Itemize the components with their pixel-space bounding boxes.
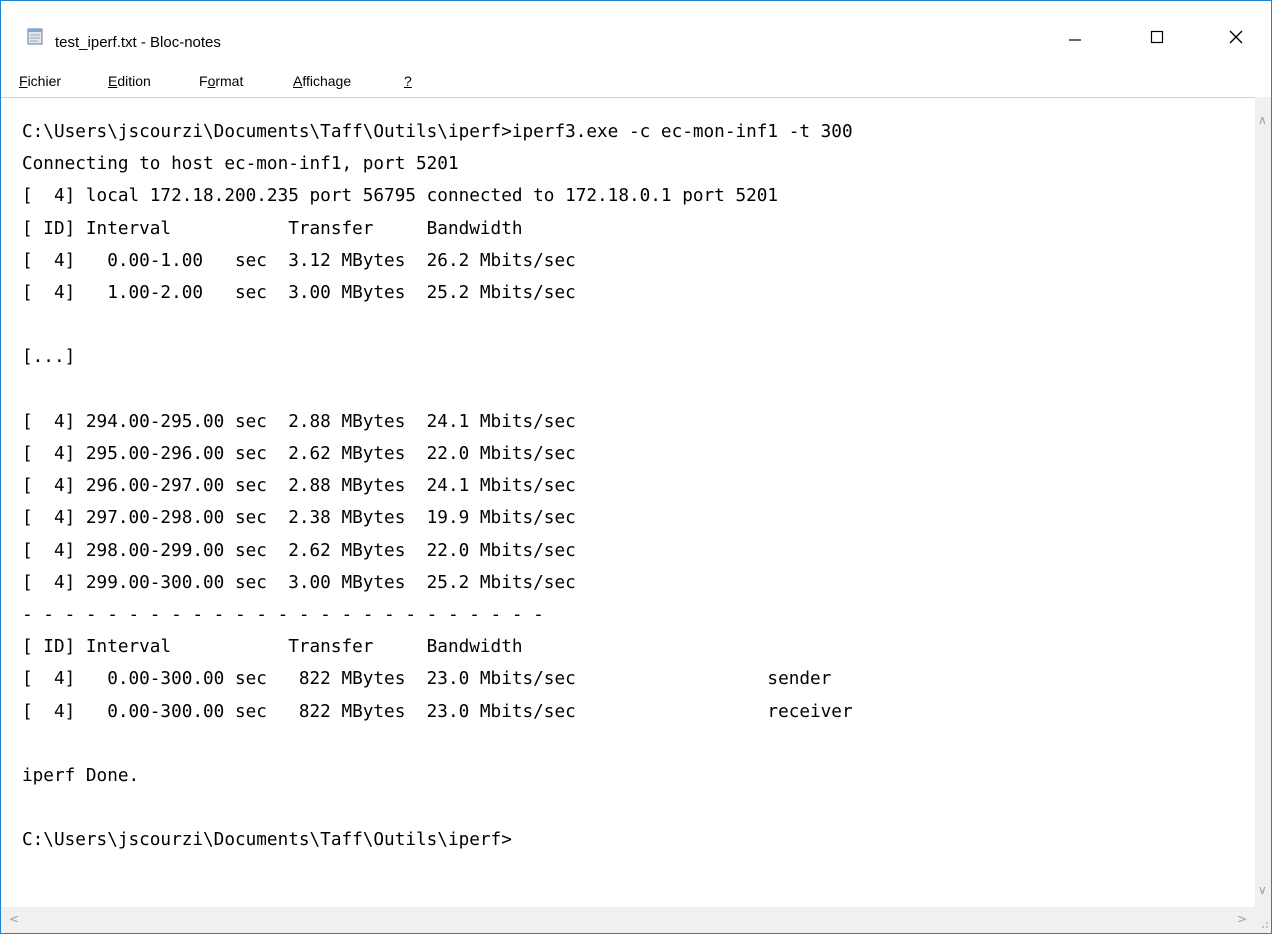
menu-edition-label: dition — [117, 73, 151, 89]
menu-format[interactable]: Format — [199, 73, 243, 89]
close-icon — [1229, 30, 1243, 49]
scroll-up-icon[interactable]: ∧ — [1258, 113, 1267, 127]
text-line: iperf Done. — [22, 766, 140, 787]
text-line: [ 4] 1.00-2.00 sec 3.00 MBytes 25.2 Mbit… — [22, 283, 576, 304]
menu-fichier[interactable]: Fichier — [19, 73, 61, 89]
menu-format-label: rmat — [215, 73, 244, 89]
menu-fichier-label: ichier — [27, 73, 62, 89]
scroll-left-icon[interactable]: < — [9, 912, 19, 926]
maximize-button[interactable] — [1134, 24, 1180, 54]
menu-affichage[interactable]: Affichage — [293, 73, 351, 89]
menu-affichage-mnemonic: A — [293, 73, 303, 89]
vertical-scrollbar[interactable]: ∧ ∨ — [1255, 97, 1271, 907]
menu-affichage-label: ffichage — [302, 73, 352, 89]
maximize-icon — [1150, 30, 1164, 49]
notepad-window: test_iperf.txt - Bloc-notes Fichier Edit… — [0, 0, 1272, 934]
text-line: [ 4] 296.00-297.00 sec 2.88 MBytes 24.1 … — [22, 476, 576, 497]
text-line: [ 4] 0.00-300.00 sec 822 MBytes 23.0 Mbi… — [22, 669, 832, 690]
minimize-button[interactable] — [1052, 24, 1098, 54]
text-line: [ 4] 295.00-296.00 sec 2.62 MBytes 22.0 … — [22, 444, 576, 465]
text-line: [ 4] 298.00-299.00 sec 2.62 MBytes 22.0 … — [22, 540, 576, 561]
text-line: Connecting to host ec-mon-inf1, port 520… — [22, 154, 459, 175]
menu-format-prefix: F — [199, 73, 208, 89]
text-editor[interactable]: C:\Users\jscourzi\Documents\Taff\Outils\… — [1, 97, 1255, 908]
text-line: C:\Users\jscourzi\Documents\Taff\Outils\… — [22, 830, 512, 851]
close-button[interactable] — [1213, 24, 1259, 54]
text-line: [...] — [22, 347, 76, 368]
resize-grip[interactable] — [1255, 907, 1271, 933]
text-line: [ 4] 299.00-300.00 sec 3.00 MBytes 25.2 … — [22, 572, 576, 593]
text-line: [ 4] local 172.18.200.235 port 56795 con… — [22, 186, 779, 207]
text-line: - - - - - - - - - - - - - - - - - - - - … — [22, 605, 544, 626]
document-text[interactable]: C:\Users\jscourzi\Documents\Taff\Outils\… — [22, 116, 853, 857]
menu-edition-mnemonic: E — [108, 73, 118, 89]
text-line: [ 4] 297.00-298.00 sec 2.38 MBytes 19.9 … — [22, 508, 576, 529]
text-line: [ ID] Interval Transfer Bandwidth — [22, 637, 523, 658]
menu-help[interactable]: ? — [404, 73, 412, 89]
text-line: [ 4] 0.00-300.00 sec 822 MBytes 23.0 Mbi… — [22, 701, 853, 722]
horizontal-scrollbar[interactable]: < > — [1, 907, 1255, 933]
text-line: [ 4] 0.00-1.00 sec 3.12 MBytes 26.2 Mbit… — [22, 250, 576, 271]
menu-help-mnemonic: ? — [404, 73, 412, 89]
text-line: C:\Users\jscourzi\Documents\Taff\Outils\… — [22, 122, 853, 142]
menu-fichier-mnemonic: F — [19, 73, 28, 89]
scroll-right-icon[interactable]: > — [1237, 912, 1247, 926]
text-line: [ 4] 294.00-295.00 sec 2.88 MBytes 24.1 … — [22, 411, 576, 432]
minimize-icon — [1068, 30, 1082, 49]
scroll-down-icon[interactable]: ∨ — [1258, 883, 1267, 897]
window-title: test_iperf.txt - Bloc-notes — [55, 34, 221, 51]
title-bar[interactable]: test_iperf.txt - Bloc-notes — [1, 1, 1271, 61]
menu-edition[interactable]: Edition — [108, 73, 151, 89]
menu-bar: Fichier Edition Format Affichage ? — [1, 67, 1271, 95]
text-line: [ ID] Interval Transfer Bandwidth — [22, 218, 523, 239]
notepad-icon — [26, 27, 44, 45]
